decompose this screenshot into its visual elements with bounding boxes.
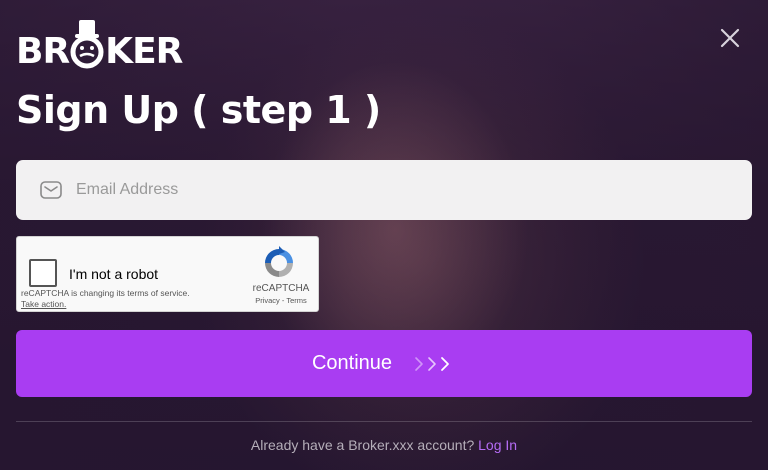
footer-text: Already have a Broker.xxx account? (250, 437, 479, 453)
recaptcha-notice-text: reCAPTCHA is changing its terms of servi… (21, 288, 190, 298)
recaptcha-brand: reCAPTCHA (252, 283, 310, 294)
email-input[interactable] (76, 181, 676, 199)
login-link[interactable]: Log In (478, 437, 517, 453)
chevron-arrows-icon (415, 356, 449, 371)
close-button[interactable] (718, 26, 742, 50)
recaptcha-checkbox[interactable] (29, 259, 57, 287)
page-title: Sign Up ( step 1 ) (16, 88, 381, 132)
email-field-container[interactable] (16, 160, 752, 220)
mail-icon (40, 181, 62, 199)
logo-text-end: KER (105, 31, 183, 72)
recaptcha-terms-link[interactable]: Terms (286, 296, 306, 305)
recaptcha-logo-icon (265, 246, 293, 277)
recaptcha-take-action-link[interactable]: Take action. (21, 299, 66, 309)
close-icon (720, 28, 740, 48)
logo-text-start: BR (16, 31, 70, 72)
recaptcha-notice: reCAPTCHA is changing its terms of servi… (21, 288, 190, 310)
continue-label: Continue (311, 352, 393, 374)
recaptcha-links: Privacy - Terms (249, 296, 313, 305)
divider (16, 421, 752, 422)
hat-mascot-icon (70, 18, 104, 70)
footer: Already have a Broker.xxx account? Log I… (0, 437, 768, 453)
recaptcha-widget: I'm not a robot reCAPTCHA is changing it… (16, 236, 319, 312)
recaptcha-label: I'm not a robot (69, 266, 159, 282)
recaptcha-privacy-link[interactable]: Privacy (255, 296, 280, 305)
broker-logo[interactable]: BR KER (16, 14, 183, 72)
continue-button[interactable]: Continue (16, 330, 752, 397)
